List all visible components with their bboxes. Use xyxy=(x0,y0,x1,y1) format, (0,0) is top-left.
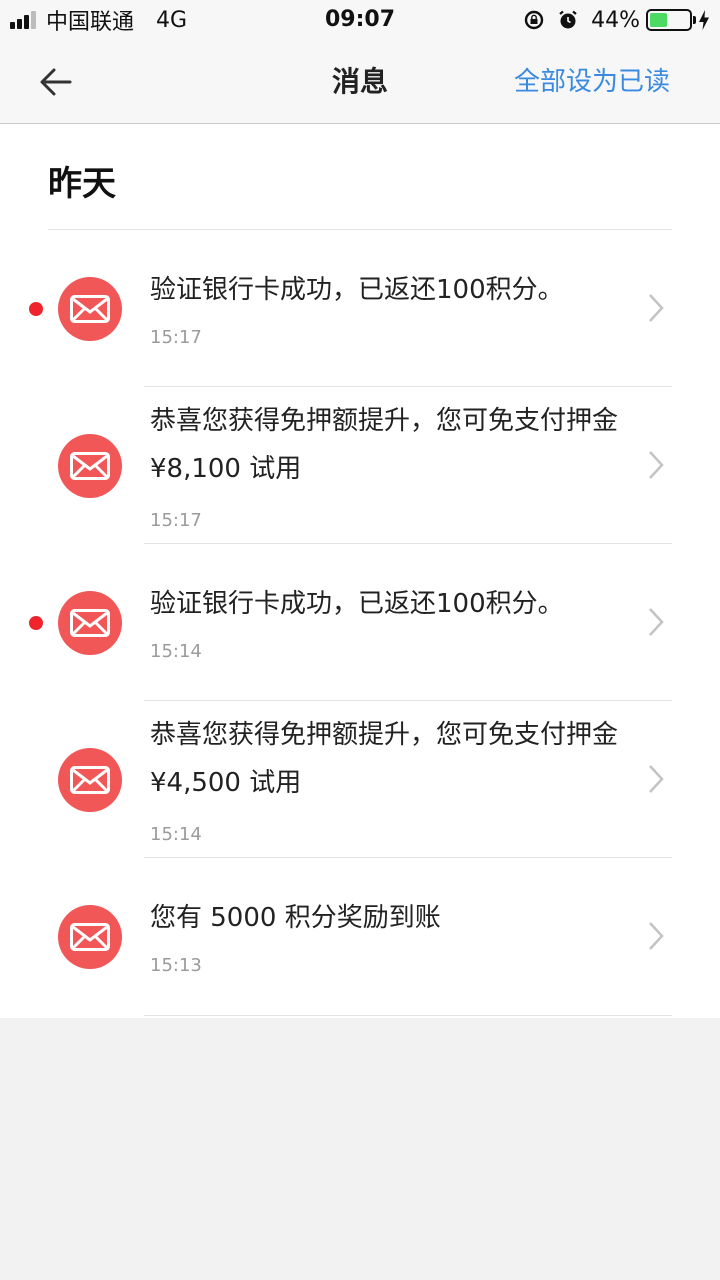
message-time: 15:14 xyxy=(150,641,202,662)
back-arrow-icon[interactable] xyxy=(36,62,76,102)
message-item[interactable]: 您有 5000 积分奖励到账 15:13 xyxy=(0,858,720,1016)
mail-icon xyxy=(58,434,122,498)
message-time: 15:17 xyxy=(150,510,202,531)
mark-all-read-button[interactable]: 全部设为已读 xyxy=(514,40,670,124)
mail-icon xyxy=(58,748,122,812)
message-text: 验证银行卡成功，已返还100积分。 xyxy=(150,589,564,619)
message-text: 恭喜您获得免押额提升，您可免支付押金¥4,500 试用 xyxy=(150,720,619,798)
status-right: 44% xyxy=(523,0,710,40)
chevron-right-icon xyxy=(649,922,664,950)
message-text: 您有 5000 积分奖励到账 xyxy=(150,903,441,933)
message-list: 验证银行卡成功，已返还100积分。 15:17 恭喜您获得免押额提升，您可免支付… xyxy=(0,230,720,1016)
unread-dot xyxy=(29,616,43,630)
mail-icon xyxy=(58,591,122,655)
battery-percent: 44% xyxy=(591,7,640,33)
mail-icon xyxy=(58,905,122,969)
message-item[interactable]: 恭喜您获得免押额提升，您可免支付押金¥8,100 试用 15:17 xyxy=(0,387,720,544)
nav-bar: 消息 全部设为已读 xyxy=(0,40,720,124)
chevron-right-icon xyxy=(649,608,664,636)
item-separator xyxy=(144,1015,672,1016)
chevron-right-icon xyxy=(649,294,664,322)
message-item[interactable]: 验证银行卡成功，已返还100积分。 15:17 xyxy=(0,230,720,387)
message-time: 15:17 xyxy=(150,327,202,348)
message-list-panel: 昨天 验证银行卡成功，已返还100积分。 15:17 恭喜您获得免押额提升，您可… xyxy=(0,124,720,1018)
chevron-right-icon xyxy=(649,765,664,793)
battery-fill xyxy=(650,13,667,27)
message-time: 15:13 xyxy=(150,955,202,976)
mail-icon xyxy=(58,277,122,341)
message-text: 恭喜您获得免押额提升，您可免支付押金¥8,100 试用 xyxy=(150,406,619,484)
message-time: 15:14 xyxy=(150,824,202,845)
section-title: 昨天 xyxy=(48,164,116,204)
rotation-lock-icon xyxy=(524,10,544,30)
status-bar: 中国联通 4G 09:07 44% xyxy=(0,0,720,40)
unread-dot xyxy=(29,302,43,316)
battery-icon xyxy=(646,9,696,31)
charging-icon xyxy=(699,10,709,30)
chevron-right-icon xyxy=(649,451,664,479)
message-item[interactable]: 验证银行卡成功，已返还100积分。 15:14 xyxy=(0,544,720,701)
message-text: 验证银行卡成功，已返还100积分。 xyxy=(150,275,564,305)
alarm-icon xyxy=(559,10,577,29)
message-item[interactable]: 恭喜您获得免押额提升，您可免支付押金¥4,500 试用 15:14 xyxy=(0,701,720,858)
